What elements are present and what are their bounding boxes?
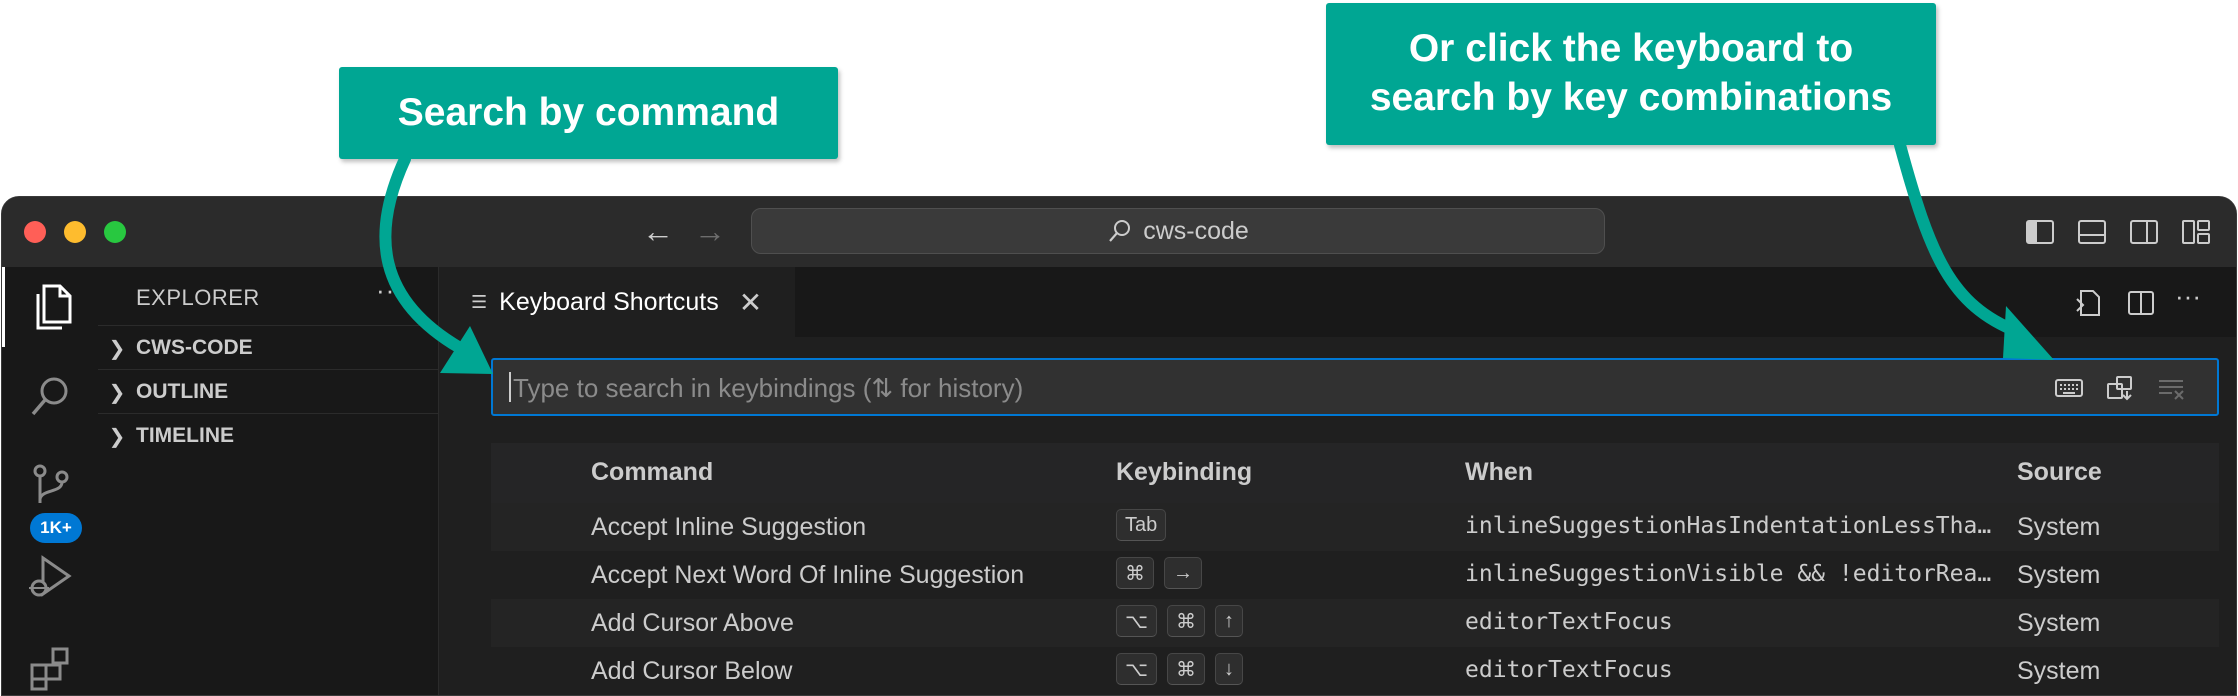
section-outline[interactable]: ❯ OUTLINE [98,369,438,414]
sidebar-title: EXPLORER [136,285,260,310]
key-cap: ⌘ [1116,557,1154,589]
source-cell: System [2017,657,2101,685]
key-cap: ⌘ [1167,653,1206,685]
table-row[interactable]: Add Cursor Above ⌥ ⌘ ↑ editorTextFocus System [491,599,2219,647]
section-label: OUTLINE [136,380,229,403]
key-cap: ⌥ [1116,605,1158,637]
sort-by-precedence-icon[interactable] [2105,374,2135,402]
key-cap: ↓ [1215,653,1244,685]
more-actions-icon[interactable]: ··· [376,275,405,306]
keyboard-shortcuts-editor-icon: ☰ [471,291,488,312]
table-row[interactable]: Add Cursor Below ⌥ ⌘ ↓ editorTextFocus System [491,647,2219,695]
chevron-right-icon: ❯ [108,337,126,360]
keyboard-icon[interactable] [2054,374,2084,402]
when-cell: editorTextFocus [1465,609,1673,635]
toggle-panel-icon[interactable] [2077,217,2107,247]
customize-layout-icon[interactable] [2181,217,2211,247]
clear-search-icon[interactable] [2156,374,2186,402]
when-cell: inlineSuggestionHasIndentationLessThanTa… [1465,513,2005,539]
table-header: Command Keybinding When Source [491,443,2219,503]
keybinding-cell[interactable]: ⌥ ⌘ ↑ [1116,605,1244,637]
search-icon[interactable] [2,357,98,437]
arrow-right-icon[interactable]: → [694,211,726,251]
column-keybinding[interactable]: Keybinding [1116,458,1252,487]
explorer-icon[interactable] [2,267,98,347]
tab-bar: ☰ Keyboard Shortcuts ✕ ··· [439,267,2236,337]
run-debug-icon[interactable] [2,537,98,617]
tab-label: Keyboard Shortcuts [499,287,719,316]
keybindings-search-box[interactable] [491,358,2219,416]
key-cap: ⌥ [1116,653,1158,685]
arrow-left-icon[interactable]: ← [642,211,674,251]
key-cap: Tab [1116,509,1167,541]
key-cap: → [1164,557,1202,589]
chevron-right-icon: ❯ [108,381,126,404]
key-cap: ⌘ [1167,605,1206,637]
section-label: TIMELINE [136,424,234,447]
chevron-right-icon: ❯ [108,425,126,448]
title-bar: ← → cws-code [2,197,2236,268]
maximize-window-button[interactable] [104,221,126,243]
column-source[interactable]: Source [2017,458,2102,487]
when-cell: editorTextFocus [1465,657,1673,683]
callout-search-by-command: Search by command [339,67,838,159]
command-cell: Add Cursor Above [591,609,794,637]
command-cell: Accept Next Word Of Inline Suggestion [591,561,1025,589]
source-cell: System [2017,561,2101,589]
close-window-button[interactable] [24,221,46,243]
keybinding-cell[interactable]: Tab [1116,509,1167,541]
explorer-sidebar: EXPLORER ··· ❯ CWS-CODE ❯ OUTLINE ❯ TIME… [98,267,439,695]
section-label: CWS-CODE [136,336,253,359]
keybinding-cell[interactable]: ⌥ ⌘ ↓ [1116,653,1244,685]
command-center-label: cws-code [1143,216,1249,245]
split-editor-icon[interactable] [2125,287,2157,319]
source-cell: System [2017,513,2101,541]
minimize-window-button[interactable] [64,221,86,243]
column-when[interactable]: When [1465,458,1533,487]
extensions-icon[interactable] [2,627,98,695]
keybinding-cell[interactable]: ⌘ → [1116,557,1202,589]
vscode-window: ← → cws-code 1K+ EXPLORER ··· ❯ CWS-CODE… [1,196,2237,696]
column-command[interactable]: Command [591,458,713,487]
toggle-primary-sidebar-icon[interactable] [2025,217,2055,247]
editor-area: ☰ Keyboard Shortcuts ✕ ··· Type to searc… [439,267,2236,695]
command-cell: Add Cursor Below [591,657,793,685]
activity-bar: 1K+ [2,267,99,695]
callout-keyboard-search: Or click the keyboard to search by key c… [1326,3,1936,145]
when-cell: inlineSuggestionVisible && !editorReadon… [1465,561,2005,587]
keybindings-table: Command Keybinding When Source Accept In… [491,443,2219,695]
more-actions-icon[interactable]: ··· [2175,281,2207,313]
table-row[interactable]: Accept Next Word Of Inline Suggestion ⌘ → i… [491,551,2219,599]
command-cell: Accept Inline Suggestion [591,513,867,541]
command-center[interactable]: cws-code [751,208,1605,254]
key-cap: ↑ [1215,605,1244,637]
section-timeline[interactable]: ❯ TIMELINE [98,413,438,458]
keybindings-search-input[interactable] [511,360,2015,416]
close-icon[interactable]: ✕ [739,286,762,319]
source-cell: System [2017,609,2101,637]
table-row[interactable]: Accept Inline Suggestion Tab inlineSuggest… [491,503,2219,551]
search-icon [1109,220,1131,242]
section-cws-code[interactable]: ❯ CWS-CODE [98,325,438,370]
tab-keyboard-shortcuts[interactable]: ☰ Keyboard Shortcuts ✕ [439,267,795,337]
toggle-secondary-sidebar-icon[interactable] [2129,217,2159,247]
open-keybindings-json-icon[interactable] [2073,287,2105,319]
